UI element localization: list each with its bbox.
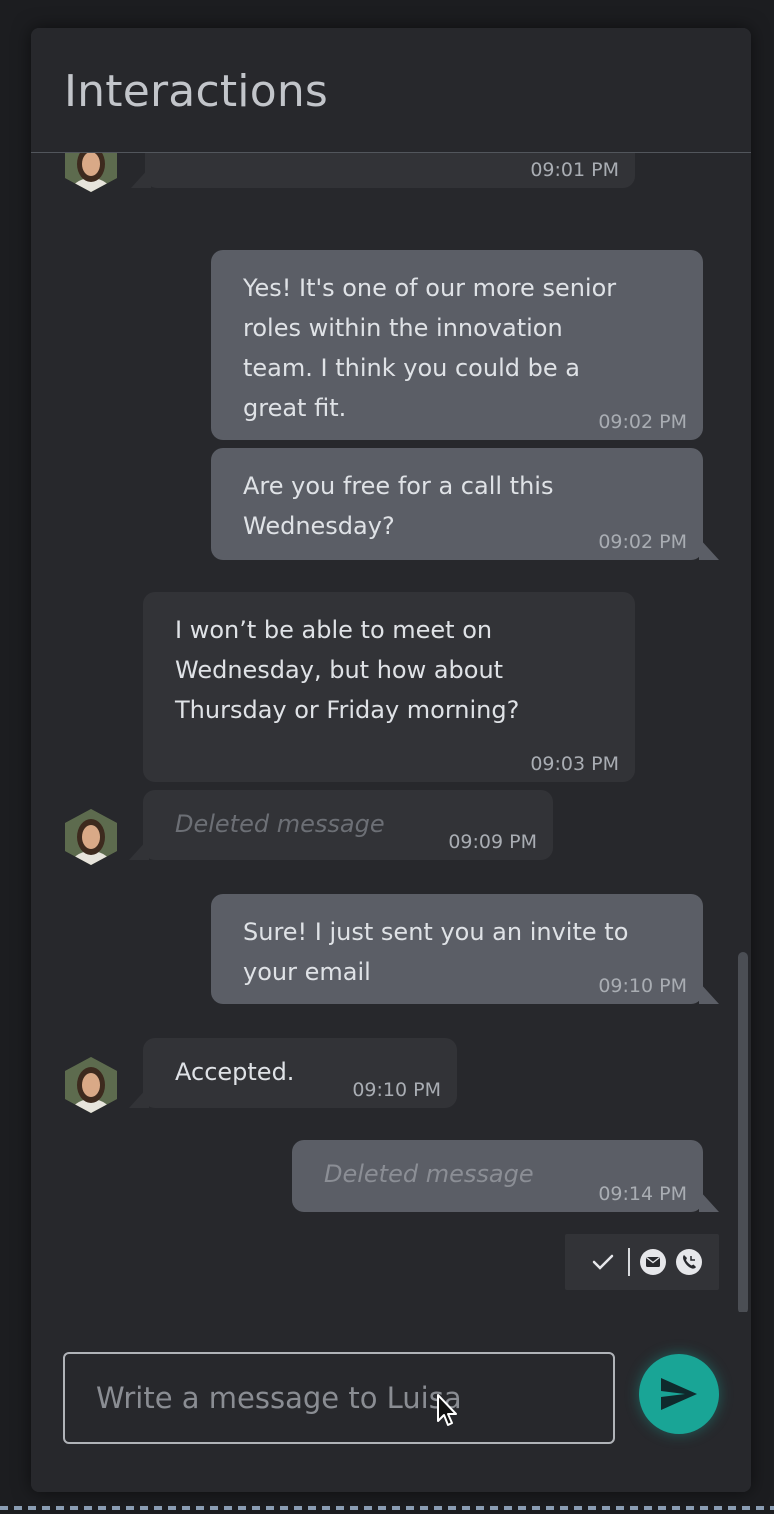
phone-icon[interactable] (675, 1248, 703, 1280)
message-bubble-outgoing[interactable]: Yes! It's one of our more senior roles w… (211, 250, 703, 440)
contact-avatar (65, 1057, 117, 1113)
message-bubble-incoming[interactable]: Accepted. 09:10 PM (129, 1038, 457, 1108)
send-button[interactable] (639, 1354, 719, 1434)
send-icon (661, 1378, 697, 1410)
deleted-message-text: Deleted message (175, 810, 385, 838)
message-time: 09:14 PM (598, 1183, 687, 1205)
message-bubble-outgoing[interactable]: Sure! I just sent you an invite to your … (211, 894, 719, 1004)
message-bubble-incoming[interactable]: Deleted message 09:09 PM (129, 790, 553, 860)
message-bubble-incoming[interactable]: I won’t be able to meet on Wednesday, bu… (143, 592, 635, 782)
message-text: Are you free for a call this Wednesday? (243, 472, 554, 540)
scrollbar-thumb[interactable] (738, 952, 748, 1314)
interactions-panel: Interactions 09:01 PM Yes! It's one of o… (31, 28, 751, 1492)
mail-icon[interactable] (639, 1248, 667, 1280)
message-input[interactable] (63, 1352, 615, 1444)
delivery-status-bar (565, 1234, 719, 1290)
message-composer (31, 1312, 751, 1492)
message-time: 09:02 PM (598, 411, 687, 433)
panel-header: Interactions (31, 28, 751, 153)
message-bubble-outgoing[interactable]: Are you free for a call this Wednesday? … (211, 448, 719, 560)
message-time: 09:10 PM (598, 975, 687, 997)
status-divider (628, 1248, 630, 1276)
message-time: 09:09 PM (448, 831, 537, 853)
message-time: 09:02 PM (598, 531, 687, 553)
mouse-pointer-icon (436, 1393, 460, 1433)
message-text: I won’t be able to meet on Wednesday, bu… (175, 616, 520, 724)
message-time: 09:10 PM (352, 1079, 441, 1101)
message-time: 09:01 PM (530, 159, 619, 181)
page-title: Interactions (64, 66, 329, 117)
message-text: Sure! I just sent you an invite to your … (243, 918, 629, 986)
message-bubble-outgoing[interactable]: Deleted message 09:14 PM (292, 1140, 719, 1212)
check-icon (591, 1250, 615, 1278)
message-time: 09:03 PM (530, 753, 619, 775)
message-list[interactable]: 09:01 PM Yes! It's one of our more senio… (31, 124, 751, 1334)
message-text: Accepted. (175, 1058, 295, 1086)
message-text: Yes! It's one of our more senior roles w… (243, 274, 617, 422)
page-bottom-border (0, 1506, 774, 1510)
deleted-message-text: Deleted message (324, 1160, 534, 1188)
contact-avatar (65, 809, 117, 865)
